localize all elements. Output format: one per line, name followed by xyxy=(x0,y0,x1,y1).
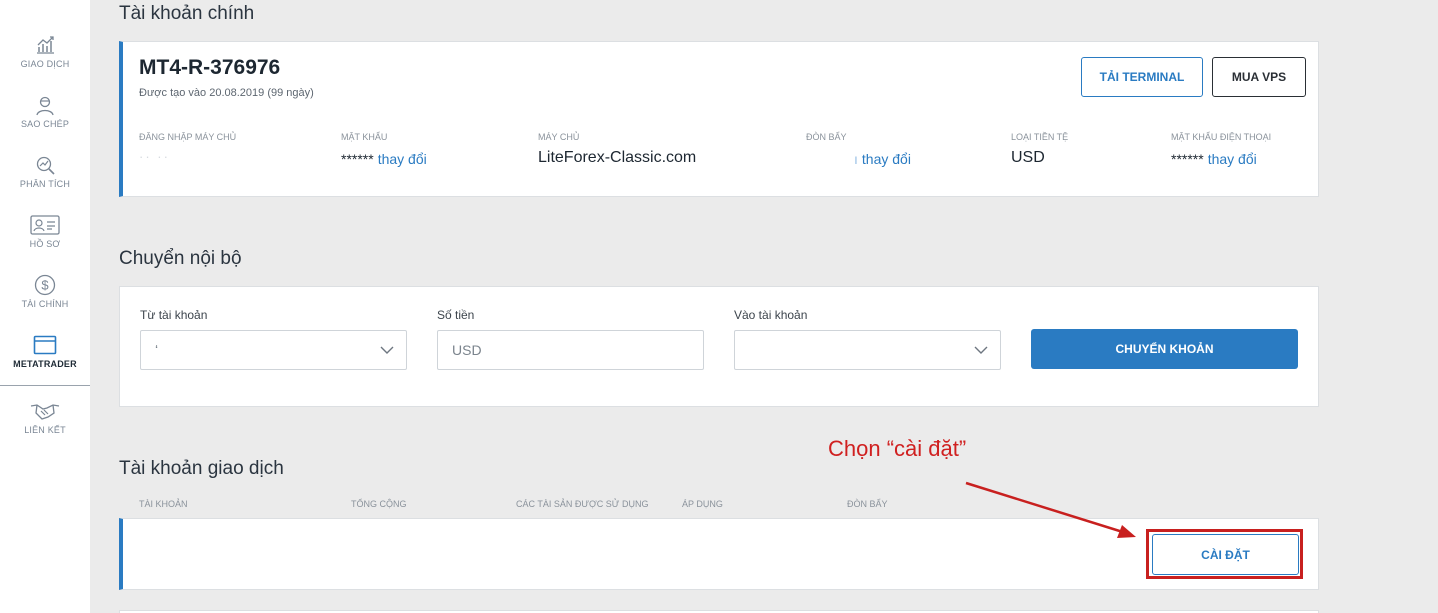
annotation-arrow-icon xyxy=(965,481,1136,538)
annotation-highlight-box xyxy=(1146,529,1303,579)
